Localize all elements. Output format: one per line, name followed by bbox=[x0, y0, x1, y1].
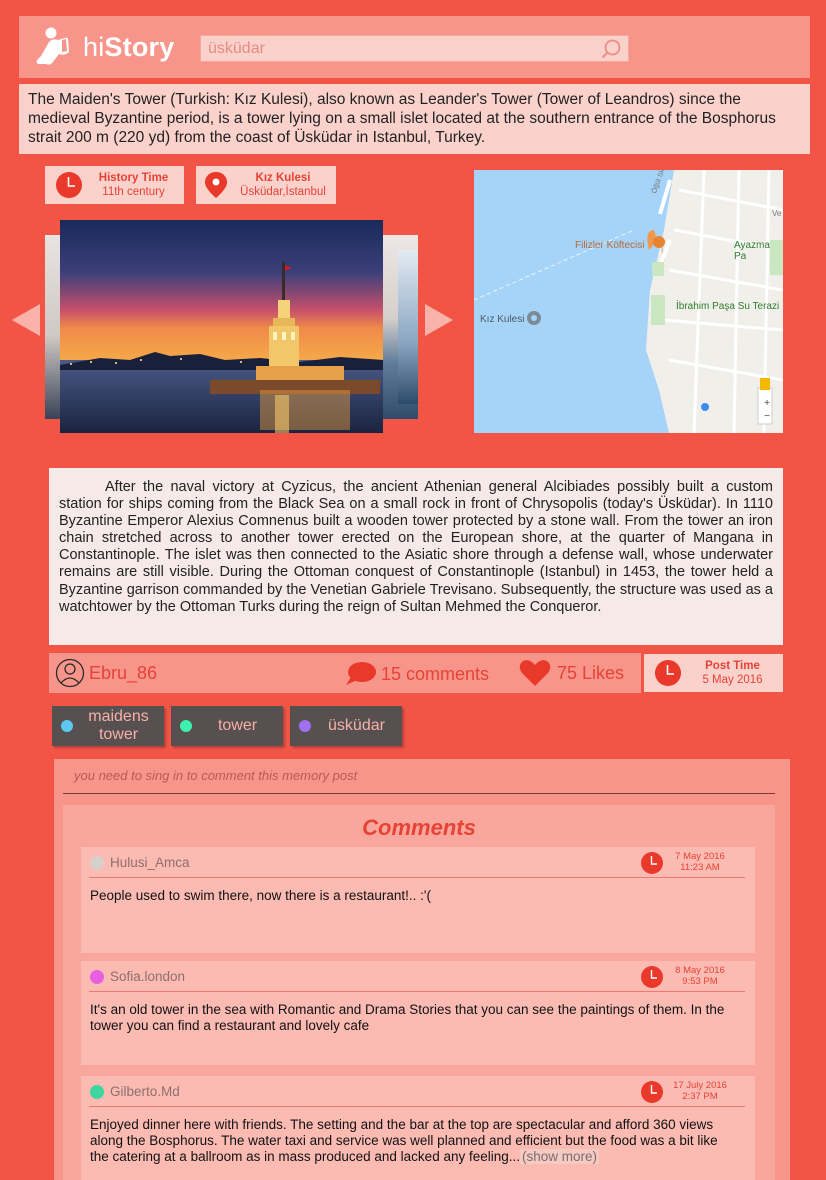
author-name: Ebru_86 bbox=[89, 662, 158, 683]
divider bbox=[63, 793, 775, 794]
avatar bbox=[90, 856, 104, 870]
logo-text: hiStory bbox=[83, 31, 175, 62]
post-time-title: Post Time bbox=[705, 660, 760, 672]
location-box[interactable]: Kız Kulesi Üsküdar,İstanbul bbox=[196, 166, 336, 204]
author[interactable]: Ebru_86 bbox=[55, 658, 157, 688]
signin-note[interactable]: you need to sing in to comment this memo… bbox=[74, 768, 357, 783]
carousel-prev-icon[interactable] bbox=[12, 304, 40, 336]
story-text: After the naval victory at Cyzicus, the … bbox=[49, 468, 783, 645]
map-label-ibrahim-pasa: İbrahim Paşa Su Terazi bbox=[676, 301, 780, 312]
location-title: Kız Kulesi bbox=[255, 172, 311, 184]
location-value: Üsküdar,İstanbul bbox=[240, 186, 326, 198]
clock-icon bbox=[56, 172, 82, 198]
comments-panel: Comments Hulusi_Amca 7 May 2016 11:23 AM … bbox=[63, 805, 775, 1180]
comment-user[interactable]: Gilberto.Md bbox=[110, 1084, 180, 1099]
header: hiStory bbox=[19, 16, 810, 78]
post-time-box: Post Time 5 May 2016 bbox=[644, 654, 783, 692]
clock-icon bbox=[641, 852, 663, 874]
user-icon bbox=[55, 658, 85, 688]
comment-date: 8 May 2016 9:53 PM bbox=[675, 965, 725, 987]
tag-label: tower bbox=[217, 717, 258, 734]
likes[interactable]: 75 Likes bbox=[519, 659, 624, 687]
heart-icon bbox=[519, 660, 551, 686]
comment-item: Hulusi_Amca 7 May 2016 11:23 AM People us… bbox=[81, 847, 755, 953]
history-time-value: 11th century bbox=[102, 186, 165, 198]
likes-label: 75 Likes bbox=[557, 662, 625, 683]
comment-user[interactable]: Hulusi_Amca bbox=[110, 855, 190, 870]
tag-maidens-tower[interactable]: maidens tower bbox=[52, 706, 164, 746]
map-label-ve: Ve bbox=[772, 209, 782, 218]
comment-header: Sofia.london 8 May 2016 9:53 PM bbox=[89, 961, 745, 992]
reader-logo-icon bbox=[36, 27, 69, 65]
map-pin-icon bbox=[205, 172, 227, 198]
comment-header: Gilberto.Md 17 July 2016 2:37 PM bbox=[89, 1076, 745, 1107]
carousel-next-icon[interactable] bbox=[425, 304, 453, 336]
clock-icon bbox=[641, 966, 663, 988]
comment-item: Sofia.london 8 May 2016 9:53 PM It's an o… bbox=[81, 961, 755, 1065]
comment-header: Hulusi_Amca 7 May 2016 11:23 AM bbox=[89, 847, 745, 878]
clock-icon bbox=[655, 660, 681, 686]
tag-dot-icon bbox=[299, 720, 311, 732]
tag-dot-icon bbox=[180, 720, 192, 732]
map-zoom-out-button[interactable]: − bbox=[762, 411, 772, 422]
comment-user[interactable]: Sofia.london bbox=[110, 969, 185, 984]
map-label-kiz-kulesi: Kız Kulesi bbox=[480, 314, 525, 325]
comment-date: 7 May 2016 11:23 AM bbox=[675, 851, 725, 873]
post-meta-bar: Ebru_86 15 comments 75 Likes bbox=[49, 653, 641, 693]
tag-uskudar[interactable]: üsküdar bbox=[290, 706, 402, 746]
show-more-link[interactable]: (show more) bbox=[520, 1149, 600, 1164]
search-icon[interactable] bbox=[600, 38, 622, 60]
search-input[interactable] bbox=[201, 36, 628, 61]
tag-tower[interactable]: tower bbox=[171, 706, 283, 746]
intro-summary: The Maiden's Tower (Turkish: Kız Kulesi)… bbox=[19, 84, 810, 154]
photo-carousel bbox=[10, 218, 455, 436]
maidens-tower-photo bbox=[60, 220, 383, 433]
comment-text: People used to swim there, now there is … bbox=[90, 888, 431, 903]
map-label-filizler: Filizler Köftecisi bbox=[575, 240, 645, 251]
map-zoom-in-button[interactable]: + bbox=[762, 398, 772, 409]
history-time-box: History Time 11th century bbox=[45, 166, 184, 204]
post-time-value: 5 May 2016 bbox=[702, 674, 763, 686]
comment-item: Gilberto.Md 17 July 2016 2:37 PM Enjoyed … bbox=[81, 1076, 755, 1180]
comment-text: It's an old tower in the sea with Romant… bbox=[90, 1002, 725, 1033]
clock-icon bbox=[641, 1081, 663, 1103]
carousel-next-thumbnail-2[interactable] bbox=[398, 250, 418, 404]
tag-dot-icon bbox=[61, 720, 73, 732]
comments-title: Comments bbox=[362, 815, 476, 840]
tag-label: üsküdar bbox=[328, 717, 385, 734]
speech-bubble-icon bbox=[346, 662, 376, 685]
comments-count-label: 15 comments bbox=[381, 663, 490, 684]
comment-text: Enjoyed dinner here with friends. The se… bbox=[90, 1117, 718, 1164]
avatar bbox=[90, 970, 104, 984]
search-bar bbox=[200, 35, 629, 62]
history-time-title: History Time bbox=[98, 172, 169, 184]
comments-area: you need to sing in to comment this memo… bbox=[54, 759, 790, 1180]
logo[interactable]: hiStory bbox=[35, 24, 185, 70]
tag-label: maidens tower bbox=[88, 708, 149, 743]
comment-date: 17 July 2016 2:37 PM bbox=[673, 1080, 727, 1102]
map-label-ayazma: Ayazma Pa bbox=[734, 240, 770, 262]
comments-count[interactable]: 15 comments bbox=[345, 661, 489, 687]
location-map[interactable]: Filizler Köftecisi Ayazma Pa Kız Kulesi … bbox=[474, 170, 783, 433]
avatar bbox=[90, 1085, 104, 1099]
